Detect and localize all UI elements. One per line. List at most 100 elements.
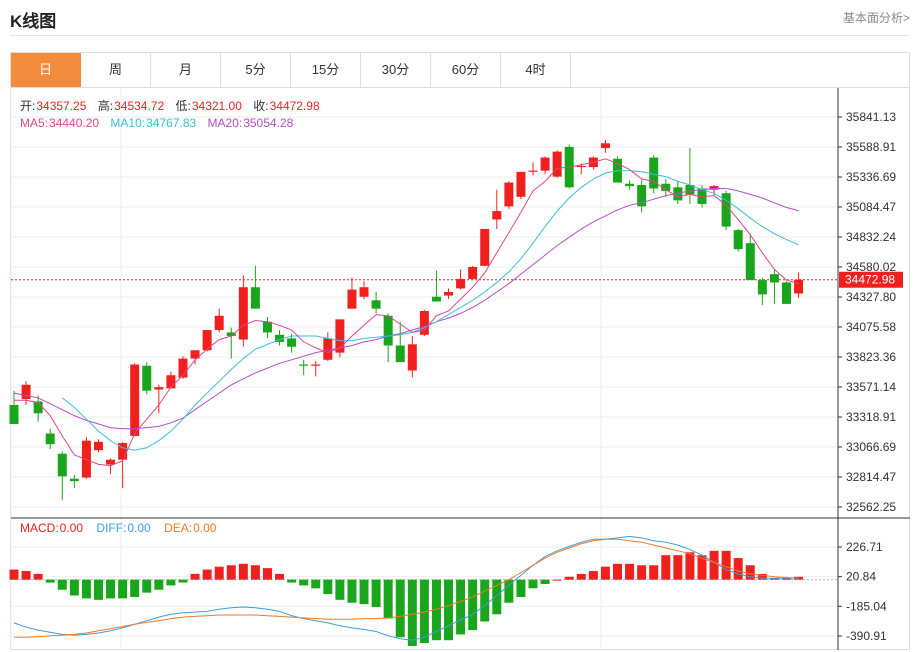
candle-up[interactable] [166,375,176,389]
candle-down[interactable] [262,321,272,333]
candle-up[interactable] [794,279,804,294]
ma5-label: MA5: [20,116,49,130]
price-tick-label: 34327.80 [846,290,896,304]
macd-bar-negative [323,579,333,595]
candle-down[interactable] [625,183,635,187]
price-tick-label: 35084.47 [846,200,896,214]
macd-bar-negative [528,579,538,589]
candle-up[interactable] [468,267,478,279]
low-value: 34321.00 [191,99,242,113]
macd-tick-label: -185.04 [846,599,887,613]
ma5-value: 34440.20 [49,116,100,130]
price-tick-label: 34075.58 [846,320,896,334]
candle-up[interactable] [492,211,502,220]
candle-up[interactable] [600,143,610,149]
candle-up[interactable] [238,287,248,340]
price-tick-label: 33318.91 [846,410,896,424]
candle-up[interactable] [528,170,538,172]
close-value: 34472.98 [269,99,320,113]
candle-down[interactable] [57,453,67,477]
candle-down[interactable] [45,433,55,445]
macd-bar-negative [383,579,393,619]
diff-value: 0.00 [127,521,151,535]
candle-down[interactable] [395,345,405,363]
dea-label: DEA: [164,521,193,535]
price-tick-label: 33823.36 [846,350,896,364]
price-tick-label: 33571.14 [846,380,896,394]
close-label: 收: [253,99,269,113]
candle-up[interactable] [444,291,454,296]
candle-down[interactable] [250,287,260,309]
macd-bar-negative [287,579,297,583]
ma20-label: MA20: [207,116,243,130]
last-price-label: 34472.98 [845,273,895,287]
candle-up[interactable] [504,182,514,207]
candle-up[interactable] [552,151,562,177]
price-tick-label: 35336.69 [846,170,896,184]
macd-bar-negative [359,579,369,605]
candle-down[interactable] [142,365,152,391]
macd-tick-label: -390.91 [846,629,887,643]
macd-bar-positive [202,569,212,580]
price-tick-label: 32562.25 [846,500,896,514]
candle-up[interactable] [311,364,321,366]
candle-up[interactable] [540,157,550,171]
candle-up[interactable] [359,287,369,297]
candle-up[interactable] [21,384,31,400]
macd-bar-negative [106,579,116,599]
candle-up[interactable] [347,289,357,309]
candle-up[interactable] [516,171,526,197]
macd-label: MACD: [20,521,59,535]
macd-bar-negative [444,579,454,641]
candle-down[interactable] [9,404,19,425]
macd-bar-positive [190,573,200,580]
dea-value: 0.00 [193,521,217,535]
open-value: 34357.25 [36,99,87,113]
macd-bar-positive [625,563,635,580]
macd-bar-negative [57,579,67,590]
candle-down[interactable] [287,338,297,347]
candle-down[interactable] [383,315,393,346]
ma-legend: MA5:34440.20 MA10:34767.83 MA20:35054.28 [20,116,294,130]
macd-bar-positive [649,565,659,580]
macd-bar-positive [685,552,695,580]
macd-tick-label: 226.71 [846,540,883,554]
candle-up[interactable] [93,441,103,451]
macd-bar-negative [468,579,478,631]
candle-up[interactable] [480,228,490,266]
candle-up[interactable] [130,364,140,436]
candle-up[interactable] [214,315,224,331]
macd-bar-positive [33,573,43,580]
candle-up[interactable] [407,344,417,371]
macd-bar-positive [9,569,19,580]
macd-bar-positive [262,568,272,580]
candle-down[interactable] [69,478,79,482]
candle-down[interactable] [431,296,441,302]
macd-bar-positive [733,558,743,580]
macd-bar-positive [564,576,574,580]
candle-down[interactable] [757,280,767,295]
macd-bar-positive [250,565,260,580]
candle-down[interactable] [733,230,743,250]
candle-down[interactable] [745,243,755,281]
candle-up[interactable] [576,165,586,168]
price-tick-label: 34832.24 [846,230,896,244]
candle-up[interactable] [106,459,116,465]
candle-down[interactable] [371,300,381,309]
ma10-line [61,170,799,451]
candle-up[interactable] [154,387,164,390]
diff-label: DIFF: [96,521,127,535]
candle-up[interactable] [81,440,91,478]
macd-bar-negative [166,579,176,586]
candle-up[interactable] [456,278,466,289]
high-label: 高: [97,99,114,113]
candle-down[interactable] [769,274,779,283]
macd-legend: MACD:0.00 DIFF:0.00 DEA:0.00 [20,521,217,535]
candle-up[interactable] [323,338,333,360]
candle-down[interactable] [781,282,791,304]
candle-up[interactable] [419,311,429,335]
macd-bar-negative [142,579,152,593]
candle-down[interactable] [299,364,309,366]
macd-bar-positive [552,579,562,581]
price-tick-label: 35841.13 [846,110,896,124]
